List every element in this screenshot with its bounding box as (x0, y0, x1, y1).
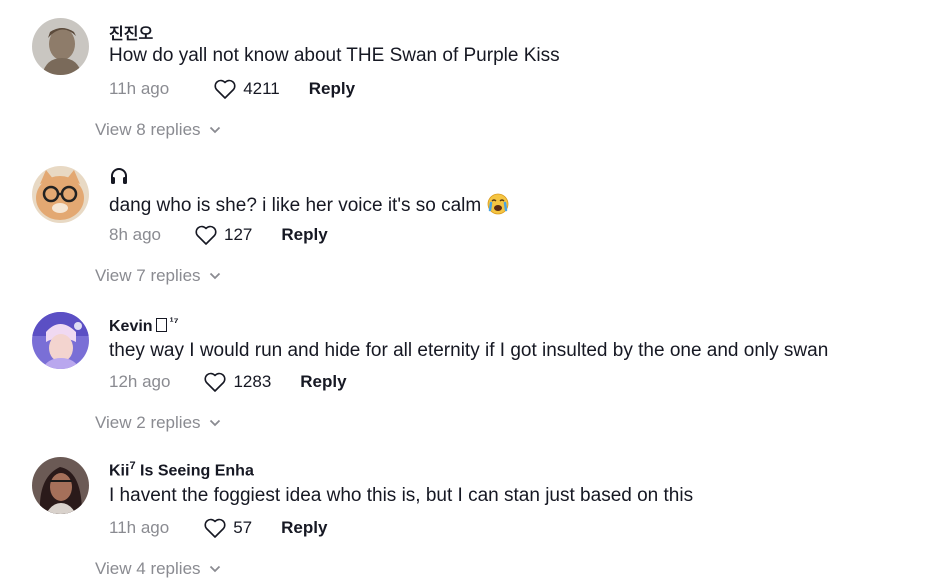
like-button[interactable]: 57 (203, 517, 252, 539)
reply-button[interactable]: Reply (281, 225, 327, 245)
comment-text: How do yall not know about THE Swan of P… (109, 45, 560, 66)
heart-icon (204, 372, 226, 392)
username-suffix: ¹⁷ (169, 315, 179, 329)
like-count: 127 (224, 225, 253, 244)
like-button[interactable]: 4211 (213, 78, 280, 100)
like-count: 4211 (243, 79, 280, 98)
view-replies-button[interactable]: View 4 replies (95, 559, 221, 579)
username[interactable]: 진진오 (109, 20, 153, 44)
like-button[interactable]: 127 (194, 224, 252, 246)
avatar-person-image (32, 312, 89, 369)
view-replies-label: View 2 replies (95, 413, 201, 432)
chevron-down-icon (209, 272, 220, 280)
comment-meta: 11h ago 57 Reply (109, 516, 327, 540)
comment-text: I havent the foggiest idea who this is, … (109, 485, 694, 506)
reply-button[interactable]: Reply (309, 79, 355, 99)
avatar-cat-glasses-image (32, 166, 89, 223)
comment-text: they way I would run and hide for all et… (109, 340, 829, 361)
like-count: 57 (233, 518, 253, 537)
comment: Kii7 Is Seeing Enha I havent the foggies… (0, 439, 925, 585)
timestamp: 8h ago (109, 225, 161, 244)
headphones-icon (111, 168, 127, 184)
comment-meta: 11h ago 4211 Reply (109, 77, 355, 101)
avatar[interactable] (32, 457, 89, 514)
heart-icon (195, 225, 217, 245)
comment: 진진오 How do yall not know about THE Swan … (0, 0, 925, 146)
view-replies-button[interactable]: View 7 replies (95, 266, 221, 286)
reply-button[interactable]: Reply (300, 372, 346, 392)
crying-face-emoji (487, 193, 509, 215)
missing-glyph-icon (155, 318, 167, 332)
heart-icon (214, 79, 236, 99)
view-replies-label: View 8 replies (95, 120, 201, 139)
comment-meta: 8h ago 127 Reply (109, 223, 328, 247)
username[interactable]: Kevin ¹⁷ (109, 315, 179, 336)
reply-button[interactable]: Reply (281, 518, 327, 538)
comment: Kevin ¹⁷ they way I would run and hide fo… (0, 293, 925, 439)
username-text: Kevin (109, 318, 153, 335)
username[interactable]: Kii7 Is Seeing Enha (109, 460, 254, 480)
comment-text-content: dang who is she? i like her voice it's s… (109, 195, 482, 216)
avatar-person-image (32, 457, 89, 514)
timestamp: 12h ago (109, 372, 171, 391)
timestamp: 11h ago (109, 518, 170, 537)
chevron-down-icon (209, 565, 220, 573)
avatar[interactable] (32, 312, 89, 369)
comment-text: dang who is she? i like her voice it's s… (109, 193, 509, 217)
comment-meta: 12h ago 1283 Reply (109, 370, 347, 394)
comment: dang who is she? i like her voice it's s… (0, 146, 925, 292)
username-rest: Is Seeing Enha (135, 462, 254, 480)
view-replies-label: View 4 replies (95, 559, 201, 578)
view-replies-button[interactable]: View 2 replies (95, 413, 221, 433)
username[interactable] (109, 166, 129, 191)
avatar[interactable] (32, 18, 89, 75)
like-button[interactable]: 1283 (203, 371, 271, 393)
avatar[interactable] (32, 166, 89, 223)
chevron-down-icon (209, 419, 220, 427)
view-replies-label: View 7 replies (95, 266, 201, 285)
view-replies-button[interactable]: View 8 replies (95, 120, 221, 140)
heart-icon (204, 518, 226, 538)
username-text: Kii (109, 462, 130, 480)
timestamp: 11h ago (109, 79, 170, 98)
chevron-down-icon (209, 126, 220, 134)
like-count: 1283 (233, 372, 272, 391)
avatar-statue-image (32, 18, 89, 75)
